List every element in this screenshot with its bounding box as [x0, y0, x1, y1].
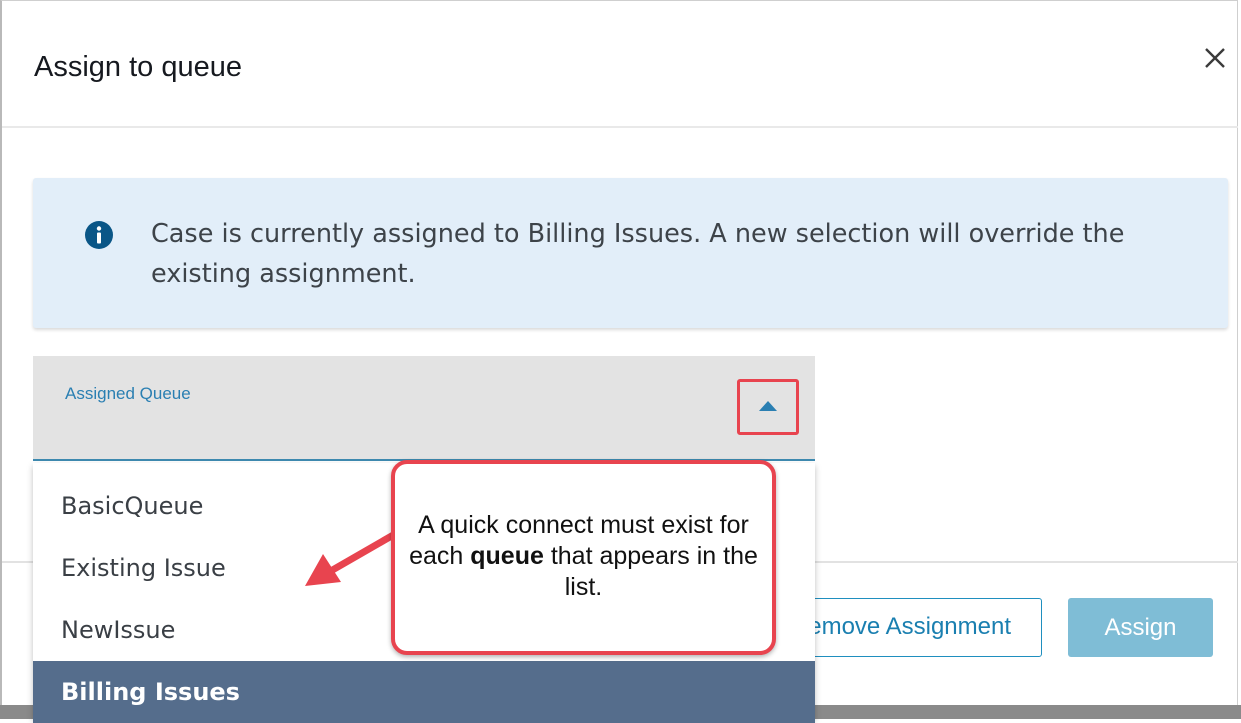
caret-up-icon: [759, 401, 777, 411]
assigned-queue-select[interactable]: Assigned Queue: [33, 356, 815, 461]
assigned-queue-label: Assigned Queue: [65, 384, 191, 403]
info-alert: Case is currently assigned to Billing Is…: [33, 178, 1228, 328]
dropdown-toggle-button[interactable]: [737, 379, 799, 435]
close-icon[interactable]: [1198, 41, 1232, 75]
callout-text-part: that appears in the list.: [543, 542, 758, 601]
queue-option-billing-issues[interactable]: Billing Issues: [33, 661, 815, 723]
alert-message: Case is currently assigned to Billing Is…: [151, 219, 1125, 289]
info-icon: [85, 221, 113, 249]
remove-assignment-button[interactable]: Remove Assignment: [780, 598, 1042, 657]
callout-bold-word: queue: [470, 542, 544, 570]
dialog-title: Assign to queue: [34, 51, 242, 83]
dialog-header: Assign to queue: [2, 1, 1238, 128]
annotation-callout: A quick connect must exist for each queu…: [391, 460, 776, 655]
callout-text: A quick connect must exist for each queu…: [405, 510, 762, 603]
assign-button[interactable]: Assign: [1068, 598, 1213, 657]
